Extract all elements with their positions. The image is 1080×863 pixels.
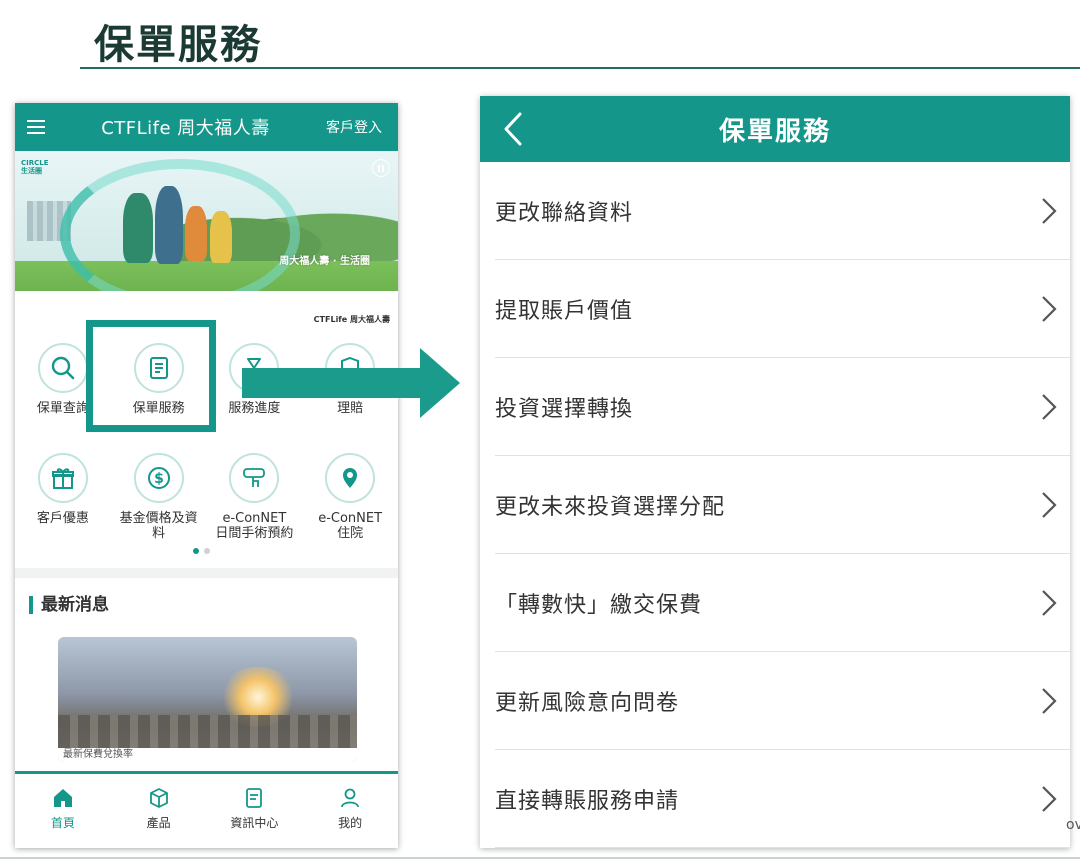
menu-item-switch-investment[interactable]: 投資選擇轉換 [495, 358, 1070, 456]
tab-my-account[interactable]: 我的 [302, 774, 398, 848]
circle-badge: CIRCLE 生活圈 [21, 159, 49, 175]
phone-home-screen: CTFLife 周大福人壽 客戶登入 CIRCLE 生活圈 周大福人壽 · 生活… [15, 103, 398, 848]
promo-banner[interactable]: CIRCLE 生活圈 周大福人壽 · 生活圈 CTFLife 周大福人壽 [15, 151, 398, 331]
menu-item-direct-debit[interactable]: 直接轉賬服務申請 [495, 750, 1070, 848]
right-arrow-icon [242, 348, 460, 418]
highlight-box [86, 320, 216, 432]
bottom-divider [0, 857, 1080, 859]
chevron-right-icon [1042, 785, 1057, 812]
user-icon [341, 788, 360, 808]
menu-item-fps-premium[interactable]: 「轉數快」繳交保費 [495, 554, 1070, 652]
section-divider [15, 568, 398, 578]
svg-text:$: $ [154, 471, 164, 487]
news-section-title: 最新消息 [29, 596, 109, 614]
banner-caption: 周大福人壽 · 生活圈 [279, 256, 370, 267]
gift-icon [37, 453, 88, 503]
search-icon [37, 343, 88, 393]
menu-item-change-contact[interactable]: 更改聯絡資料 [495, 162, 1070, 260]
chevron-right-icon [1042, 295, 1057, 322]
chevron-right-icon [1042, 197, 1057, 224]
edge-text-fragment: ov [1066, 817, 1080, 833]
dollar-icon: $ [133, 453, 184, 503]
chevron-right-icon [1042, 393, 1057, 420]
service-customer-offers[interactable]: 客戶優惠 [15, 443, 111, 553]
title-divider [80, 67, 1080, 69]
news-card-caption: 最新保費兌換率 [58, 748, 357, 762]
login-button[interactable]: 客戶登入 [326, 117, 382, 137]
page-indicator [193, 548, 210, 554]
menu-item-withdraw-value[interactable]: 提取賬戶價值 [495, 260, 1070, 358]
location-pin-icon [325, 453, 376, 503]
banner-mini-logo: CTFLife 周大福人壽 [313, 315, 390, 324]
hamburger-icon[interactable] [27, 120, 45, 134]
chevron-right-icon [1042, 491, 1057, 518]
chevron-left-icon[interactable] [498, 111, 528, 147]
tab-info-center[interactable]: 資訊中心 [207, 774, 303, 848]
service-hospitalization[interactable]: e-ConNET 住院 [302, 443, 398, 553]
panel-title: 保單服務 [718, 116, 831, 147]
menu-item-future-allocation[interactable]: 更改未來投資選擇分配 [495, 456, 1070, 554]
home-icon [53, 789, 72, 807]
panel-header: 保單服務 [480, 96, 1070, 162]
news-card[interactable]: 最新保費兌換率 [58, 637, 357, 762]
pause-icon[interactable] [372, 159, 390, 177]
menu-item-risk-questionnaire[interactable]: 更新風險意向問卷 [495, 652, 1070, 750]
chevron-right-icon [1042, 589, 1057, 616]
service-day-surgery-booking[interactable]: e-ConNET 日間手術預約 [207, 443, 303, 553]
app-logo: CTFLife 周大福人壽 [101, 118, 270, 139]
box-icon [149, 788, 168, 808]
service-row-2: 客戶優惠 $ 基金價格及資 料 e-ConNET 日間手術預約 e-ConNET… [15, 443, 398, 553]
slide-title: 保單服務 [94, 22, 262, 68]
bottom-tab-bar: 首頁 產品 資訊中心 我的 [15, 771, 398, 848]
chevron-right-icon [1042, 687, 1057, 714]
tab-products[interactable]: 產品 [111, 774, 207, 848]
app-header: CTFLife 周大福人壽 客戶登入 [15, 103, 398, 151]
policy-service-screen: 保單服務 更改聯絡資料 提取賬戶價值 投資選擇轉換 更改未來投資選擇分配 「轉數… [480, 96, 1070, 848]
service-fund-prices[interactable]: $ 基金價格及資 料 [111, 443, 207, 553]
tab-home[interactable]: 首頁 [15, 774, 111, 848]
book-tap-icon [229, 453, 280, 503]
document-icon [246, 788, 263, 808]
